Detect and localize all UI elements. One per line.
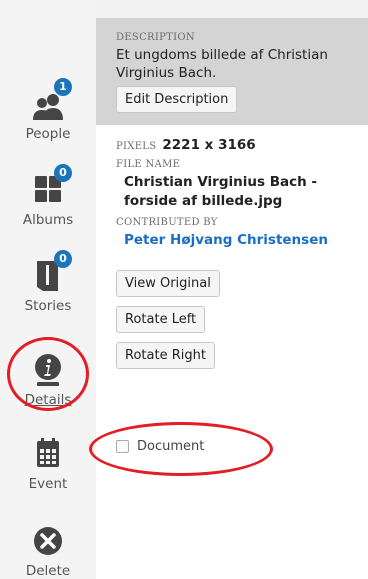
albums-count-badge: 0 [54, 164, 72, 182]
contributor-link[interactable]: Peter Højvang Christensen [124, 232, 348, 248]
contributed-label: CONTRIBUTED BY [116, 217, 218, 228]
filename-label: FILE NAME [116, 159, 181, 170]
details-panel: DESCRIPTION Et ungdoms billede af Christ… [96, 18, 368, 579]
stories-icon: 0 [28, 250, 72, 294]
sidebar-item-label: Details [24, 392, 72, 408]
sidebar-item-label: Delete [25, 563, 71, 579]
calendar-icon [28, 436, 68, 472]
filename-value: Christian Virginius Bach - forside af bi… [124, 174, 318, 209]
description-text: Et ungdoms billede af Christian Virginiu… [116, 47, 328, 81]
pixels-label: PIXELS [116, 141, 157, 152]
description-heading: DESCRIPTION [116, 32, 195, 43]
pixels-value: 2221 x 3166 [162, 137, 256, 153]
file-info-section: PIXELS 2221 x 3166 FILE NAME Christian V… [96, 125, 368, 248]
people-icon: 1 [28, 78, 72, 122]
document-checkbox-row[interactable]: Document [116, 439, 204, 454]
close-icon [28, 523, 68, 559]
pixels-row: PIXELS 2221 x 3166 [116, 137, 348, 153]
sidebar-item-label: Event [28, 476, 68, 492]
sidebar-item-stories[interactable]: 0 Stories [0, 250, 96, 314]
albums-icon: 0 [28, 164, 72, 208]
action-buttons: View Original Rotate Left Rotate Right [96, 248, 368, 369]
people-count-badge: 1 [54, 78, 72, 96]
sidebar-item-label: Stories [24, 298, 72, 314]
sidebar-item-people[interactable]: 1 People [0, 78, 96, 142]
sidebar-item-event[interactable]: Event [0, 436, 96, 492]
sidebar-item-albums[interactable]: 0 Albums [0, 164, 96, 228]
view-original-button[interactable]: View Original [116, 270, 220, 297]
sidebar: 1 People 0 Albums 0 Stories Details Even… [0, 0, 96, 579]
info-icon [28, 352, 68, 388]
sidebar-item-delete[interactable]: Delete [0, 523, 96, 579]
sidebar-item-details[interactable]: Details [0, 352, 96, 408]
stories-count-badge: 0 [54, 250, 72, 268]
edit-description-button[interactable]: Edit Description [116, 86, 238, 113]
sidebar-item-label: Albums [22, 212, 74, 228]
rotate-left-button[interactable]: Rotate Left [116, 306, 206, 333]
document-checkbox[interactable] [116, 440, 129, 453]
description-section: DESCRIPTION Et ungdoms billede af Christ… [96, 18, 368, 125]
document-label: Document [137, 439, 205, 454]
sidebar-item-label: People [25, 126, 71, 142]
rotate-right-button[interactable]: Rotate Right [116, 342, 215, 369]
